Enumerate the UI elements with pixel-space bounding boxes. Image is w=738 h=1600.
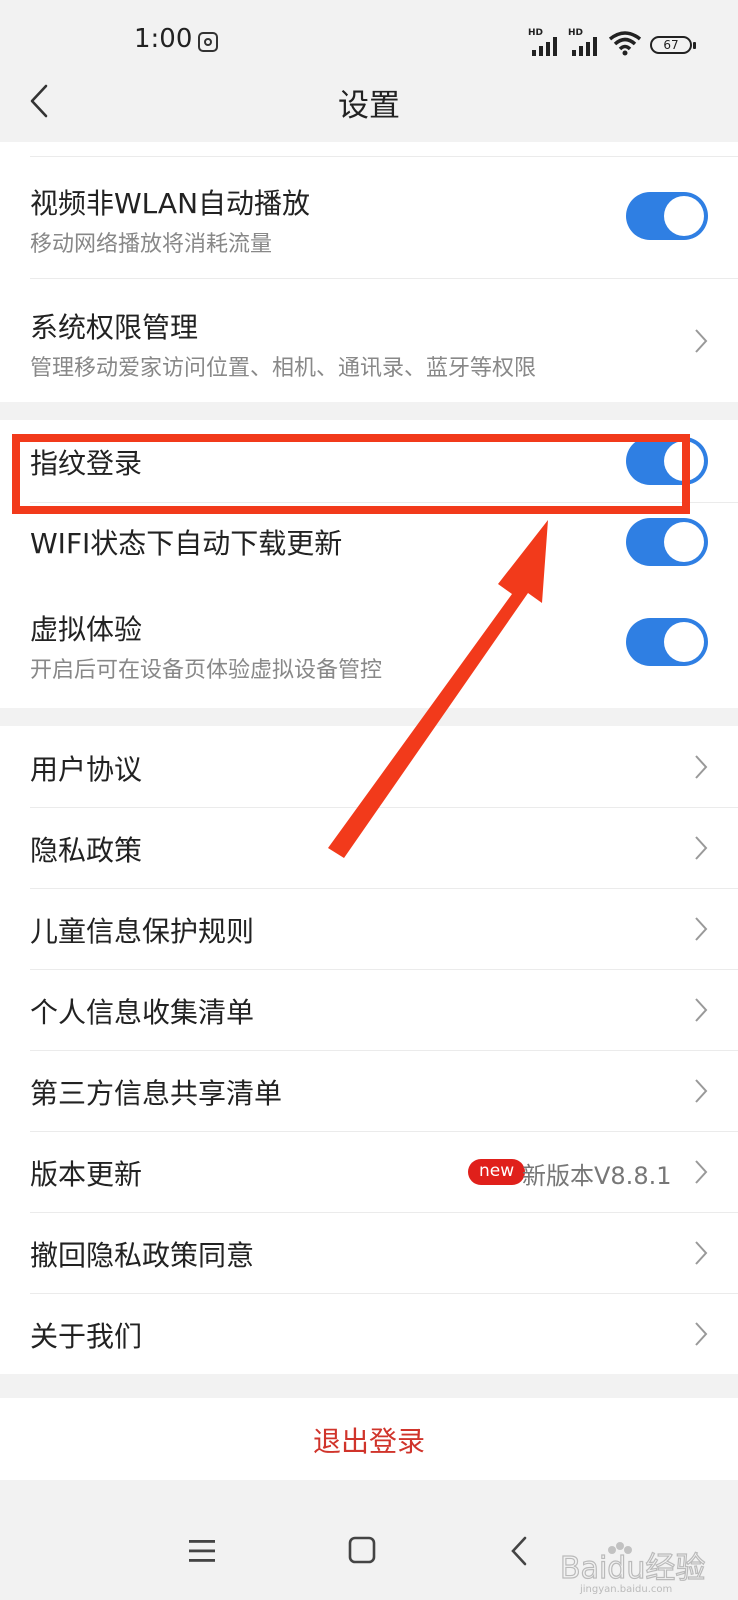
baidu-paw-icon: Baidu经验 jingyan.baidu.com (559, 1542, 706, 1595)
baidu-watermark: Baidu经验 jingyan.baidu.com (559, 1536, 720, 1595)
svg-text:jingyan.baidu.com: jingyan.baidu.com (579, 1584, 672, 1594)
annotation-arrow-icon (328, 520, 548, 858)
svg-text:Baidu经验: Baidu经验 (560, 1551, 705, 1586)
